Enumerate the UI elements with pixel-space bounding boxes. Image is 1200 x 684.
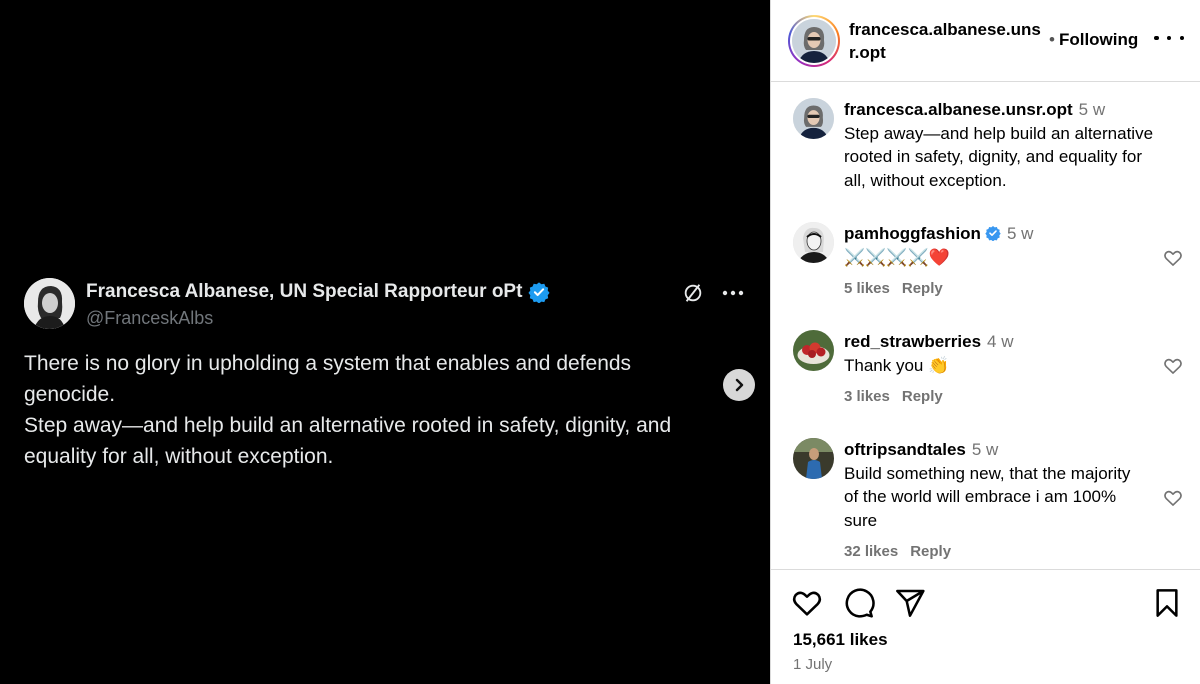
post-actions: 15,661 likes 1 July [771,569,1200,684]
comment-likes[interactable]: 5 likes [844,280,890,297]
comment-text: ⚔️⚔️⚔️⚔️❤️ [844,247,950,267]
reply-button[interactable]: Reply [902,388,943,405]
caption-text: Step away—and help build an alternative … [844,123,1154,190]
comment-text: Thank you 👏 [844,355,950,375]
reply-button[interactable]: Reply [902,280,943,297]
comment-time: 5 w [1006,224,1034,243]
bookmark-icon[interactable] [1151,587,1183,619]
tweet-handle: @FranceskAlbs [86,308,214,328]
comment-username[interactable]: oftripsandtales [844,440,966,459]
tweet-text: There is no glory in upholding a system … [24,352,672,468]
header-username[interactable]: francesca.albanese.unsr.opt [849,18,1049,64]
comment-username[interactable]: red_strawberries [844,332,981,351]
heart-icon[interactable] [1163,248,1183,268]
caption-time: 5 w [1078,100,1106,119]
heart-icon[interactable] [791,587,823,619]
chevron-right-icon [735,378,744,392]
post-header: francesca.albanese.unsr.opt • Following [771,0,1200,82]
grok-icon [684,284,702,302]
more-icon [722,290,744,296]
tweet-actions [682,282,744,304]
avatar[interactable] [793,222,834,263]
post-sidebar: francesca.albanese.unsr.opt • Following f… [770,0,1200,684]
heart-icon[interactable] [1163,488,1183,508]
verified-badge-icon [528,282,550,303]
verified-badge-icon [985,226,1001,241]
following-button[interactable]: • Following [1049,30,1138,50]
post-date: 1 July [793,656,833,673]
share-icon[interactable] [894,587,926,619]
caption-username[interactable]: francesca.albanese.unsr.opt [844,100,1073,119]
comment-likes[interactable]: 3 likes [844,388,890,405]
comment-likes[interactable]: 32 likes [844,543,898,560]
tweet-author-name: Francesca Albanese, UN Special Rapporteu… [86,281,550,303]
avatar[interactable] [793,330,834,371]
comment-text: Build something new, that the majority o… [844,463,1131,530]
comment-icon[interactable] [843,587,875,619]
post-likes-count[interactable]: 15,661 likes [793,630,888,650]
reply-button[interactable]: Reply [910,543,951,560]
post-media: Francesca Albanese, UN Special Rapporteu… [0,0,770,684]
avatar[interactable] [793,98,834,139]
comment-time: 4 w [987,332,1014,351]
tweet-avatar [24,278,75,329]
avatar [792,19,836,63]
next-slide-button[interactable] [723,369,755,401]
comment-time: 5 w [971,440,999,459]
story-ring-avatar[interactable] [788,15,840,67]
heart-icon[interactable] [1163,356,1183,376]
more-options-icon[interactable] [1154,28,1184,48]
comment-username[interactable]: pamhoggfashion [844,224,981,243]
avatar[interactable] [793,438,834,479]
